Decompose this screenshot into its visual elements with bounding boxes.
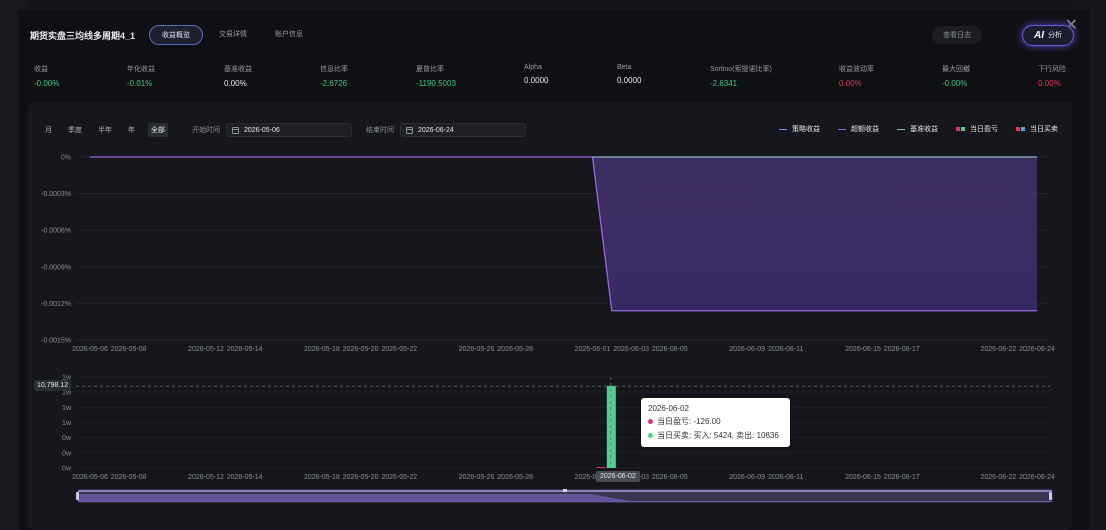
- x-tick-label: 2026-05-06: [72, 346, 108, 353]
- y-tick-label: 0w: [62, 466, 72, 473]
- y-tick-label: -0.0015%: [41, 338, 71, 345]
- x-tick-label: 2026-06-09: [729, 474, 765, 481]
- y-tick-label: -0.0009%: [41, 264, 71, 271]
- daily-pnl-bar: [596, 467, 606, 468]
- x-tick-label: 2026-06-17: [884, 474, 920, 481]
- y-tick-label: -0.0003%: [41, 191, 71, 198]
- y-tick-label: 1w: [62, 420, 72, 427]
- data-zoom-slider[interactable]: [76, 489, 1053, 503]
- returns-chart: 0% -0.0003% -0.0006% -0.0009% -0.0012% -0.001…: [41, 155, 1055, 354]
- x-tick-label: 2026-06-22: [980, 346, 1016, 353]
- slider-handle-left: [76, 492, 79, 500]
- x-tick-label: 2026-05-08: [111, 346, 147, 353]
- excess-return-area: [90, 157, 1037, 311]
- tooltip-trade-row: 当日买卖: 买入: 5424, 卖出: 10836: [648, 430, 783, 441]
- x-tick-label: 2026-05-22: [381, 474, 417, 481]
- x-tick-label: 2026-05-28: [497, 346, 533, 353]
- y-tick-label: 0w: [62, 435, 72, 442]
- chart-tooltip: 2026-06-02 当日盈亏: -126.00 当日买卖: 买入: 5424,…: [641, 398, 790, 447]
- x-axis-pointer-label: 2026-06-02: [596, 471, 640, 482]
- x-tick-label: 2026-05-26: [459, 474, 495, 481]
- x-tick-label: 2026-06-15: [845, 346, 881, 353]
- x-tick-label: 2026-06-11: [768, 346, 803, 353]
- tooltip-trade: 当日买卖: 买入: 5424, 卖出: 10836: [657, 431, 779, 440]
- y-tick-label: 0%: [61, 155, 71, 162]
- x-tick-label: 2026-05-28: [497, 474, 533, 481]
- x-tick-label: 2026-05-12: [188, 474, 224, 481]
- x-tick-label: 2026-05-20: [343, 474, 379, 481]
- y-tick-label: -0.0012%: [41, 301, 71, 308]
- x-tick-label: 2026-05-18: [304, 474, 340, 481]
- x-tick-label: 2026-05-06: [72, 474, 108, 481]
- x-tick-label: 2026-06-01: [575, 346, 611, 353]
- x-tick-label: 2026-06-05: [652, 346, 688, 353]
- x-tick-label: 2026-06-24: [1019, 474, 1055, 481]
- x-tick-label: 2026-05-18: [304, 346, 340, 353]
- tooltip-date: 2026-06-02: [648, 404, 689, 413]
- tooltip-pnl: 当日盈亏: -126.00: [657, 417, 721, 426]
- x-tick-label: 2026-05-22: [381, 346, 417, 353]
- y-tick-label: 0w: [62, 450, 72, 457]
- y-tick-label: 1w: [62, 405, 72, 412]
- x-tick-label: 2026-06-24: [1019, 346, 1055, 353]
- green-dot-icon: [648, 433, 653, 438]
- y-tick-label: -0.0006%: [41, 228, 71, 235]
- x-tick-label: 2026-06-17: [884, 346, 920, 353]
- charts-svg: 0% -0.0003% -0.0006% -0.0009% -0.0012% -0.001…: [41, 155, 1055, 503]
- x-tick-label: 2026-06-22: [980, 474, 1016, 481]
- x-tick-label: 2026-06-05: [652, 474, 688, 481]
- red-dot-icon: [648, 419, 653, 424]
- daily-trade-bar: [606, 385, 616, 468]
- slider-center-grip: [563, 489, 567, 492]
- x-tick-label: 2026-05-12: [188, 346, 224, 353]
- slider-handle-right: [1049, 492, 1052, 500]
- x-tick-label: 2026-06-11: [768, 474, 803, 481]
- x-tick-label: 2026-05-26: [459, 346, 495, 353]
- x-tick-label: 2026-05-08: [111, 474, 147, 481]
- tooltip-pnl-row: 当日盈亏: -126.00: [648, 416, 783, 427]
- x-tick-label: 2026-05-14: [227, 346, 263, 353]
- x-tick-label: 2026-06-09: [729, 346, 765, 353]
- x-tick-label: 2026-06-15: [845, 474, 881, 481]
- daily-bar-chart: 1w1w1w1w0w0w0w2026-05-06 2026-05-08 2026-0…: [62, 375, 1055, 482]
- x-tick-label: 2026-05-14: [227, 474, 263, 481]
- x-tick-label: 2026-05-20: [343, 346, 379, 353]
- x-tick-label: 2026-06-03: [613, 346, 649, 353]
- y-axis-pointer-label: 10,798.12: [34, 380, 72, 391]
